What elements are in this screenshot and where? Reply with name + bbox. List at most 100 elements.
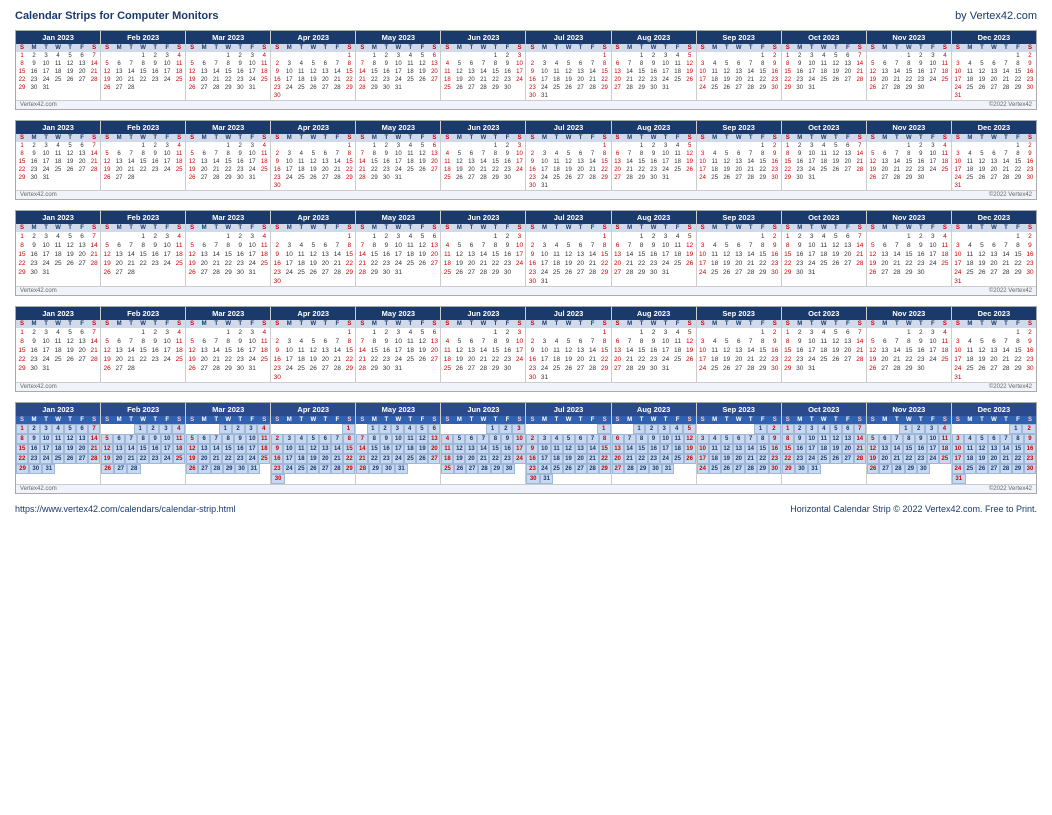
day-cell: 8 — [903, 337, 915, 346]
day-cell-empty — [295, 328, 307, 337]
month-block: Oct 2023SMTWTFS1234567891011121314151617… — [782, 31, 867, 100]
dow-cell: M — [28, 134, 40, 142]
dow-cell: S — [1024, 224, 1036, 232]
days-grid: 1234567891011121314151617181920212223242… — [101, 328, 185, 373]
day-cell: 7 — [331, 434, 343, 444]
day-cell: 31 — [806, 84, 818, 92]
day-cell: 7 — [210, 60, 222, 68]
dow-cell: T — [721, 224, 733, 232]
day-cell-empty — [624, 232, 636, 241]
day-cell: 24 — [806, 76, 818, 84]
week-row: 2345678 — [526, 434, 610, 444]
day-cell: 14 — [88, 434, 100, 444]
dow-cell: F — [672, 44, 684, 52]
dow-cell: F — [161, 416, 173, 424]
day-cell-empty — [891, 232, 903, 241]
day-cell: 19 — [976, 166, 988, 174]
day-cell: 1 — [486, 424, 499, 434]
day-cell: 18 — [939, 444, 951, 454]
dow-cell: F — [927, 44, 939, 52]
day-cell: 26 — [453, 268, 465, 277]
day-cell: 28 — [88, 259, 100, 268]
day-cell: 25 — [939, 259, 951, 268]
day-cell: 12 — [830, 60, 842, 68]
day-cell: 22 — [903, 454, 915, 464]
dow-row: SMTWTFS — [697, 44, 781, 52]
day-cell: 13 — [879, 346, 891, 355]
day-cell: 31 — [40, 84, 52, 92]
day-cell: 27 — [988, 364, 1000, 373]
day-cell: 25 — [709, 174, 721, 182]
week-row: 1234 — [101, 142, 185, 150]
day-cell: 3 — [392, 328, 404, 337]
day-cell: 1 — [757, 52, 769, 60]
day-cell: 15 — [599, 68, 611, 76]
dow-row: SMTWTFS — [526, 416, 610, 424]
dow-row: SMTWTFS — [697, 224, 781, 232]
dow-cell: T — [489, 134, 501, 142]
day-cell: 23 — [915, 76, 927, 84]
dow-cell: M — [964, 320, 976, 328]
day-cell: 5 — [684, 232, 696, 241]
day-cell: 6 — [612, 60, 624, 68]
day-cell: 1 — [342, 424, 356, 434]
day-cell: 28 — [854, 355, 866, 364]
day-cell: 16 — [28, 250, 40, 259]
day-cell: 13 — [988, 444, 1000, 454]
dow-cell: M — [453, 134, 465, 142]
day-cell-empty — [720, 424, 731, 434]
day-cell: 26 — [684, 166, 696, 174]
day-cell: 1 — [368, 52, 380, 60]
day-cell: 31 — [952, 92, 964, 100]
dow-row: SMTWTFS — [782, 44, 866, 52]
dow-cell: M — [538, 134, 550, 142]
day-cell: 25 — [404, 454, 416, 464]
day-cell: 23 — [526, 174, 538, 182]
day-cell: 2 — [912, 424, 925, 434]
day-cell: 21 — [587, 166, 599, 174]
day-cell: 12 — [186, 444, 198, 454]
day-cell: 10 — [161, 337, 173, 346]
day-cell: 20 — [879, 355, 891, 364]
week-row: 11121314151617 — [441, 68, 525, 76]
week-row: 10111213141516 — [952, 444, 1036, 454]
month-header: Jun 2023 — [441, 211, 525, 224]
day-cell: 1 — [1012, 52, 1024, 60]
day-cell: 4 — [938, 424, 951, 434]
day-cell: 10 — [660, 241, 672, 250]
day-cell-empty — [404, 84, 416, 92]
day-cell: 20 — [465, 166, 477, 174]
day-cell: 25 — [258, 166, 270, 174]
day-cell: 18 — [441, 355, 453, 364]
day-cell: 7 — [331, 337, 343, 346]
day-cell: 1 — [633, 424, 646, 434]
day-cell: 31 — [952, 474, 966, 484]
day-cell: 28 — [624, 364, 636, 373]
week-row: 2627282930 — [867, 268, 951, 277]
day-cell-empty — [343, 277, 355, 286]
dow-cell: S — [428, 134, 440, 142]
day-cell: 25 — [52, 76, 64, 84]
day-cell-empty — [612, 52, 624, 60]
day-cell: 22 — [636, 166, 648, 174]
day-cell: 29 — [369, 464, 382, 474]
dow-row: SMTWTFS — [952, 224, 1036, 232]
strip-footer-copy: ©2022 Vertex42 — [989, 384, 1032, 390]
day-cell-empty — [964, 142, 976, 150]
dow-cell: S — [769, 44, 781, 52]
day-cell: 20 — [113, 76, 125, 84]
day-cell: 13 — [988, 68, 1000, 76]
week-row: 14151617181920 — [356, 250, 440, 259]
dow-cell: M — [879, 320, 891, 328]
day-cell: 20 — [76, 444, 88, 454]
day-cell-empty — [453, 328, 465, 337]
day-cell: 12 — [416, 337, 428, 346]
day-cell: 19 — [976, 76, 988, 84]
dow-cell: F — [501, 134, 513, 142]
dow-cell: T — [40, 416, 52, 424]
dow-row: SMTWTFS — [867, 44, 951, 52]
day-cell: 18 — [672, 158, 684, 166]
month-header: Apr 2023 — [271, 403, 355, 416]
day-cell-empty — [149, 174, 161, 182]
day-cell: 17 — [952, 454, 964, 464]
